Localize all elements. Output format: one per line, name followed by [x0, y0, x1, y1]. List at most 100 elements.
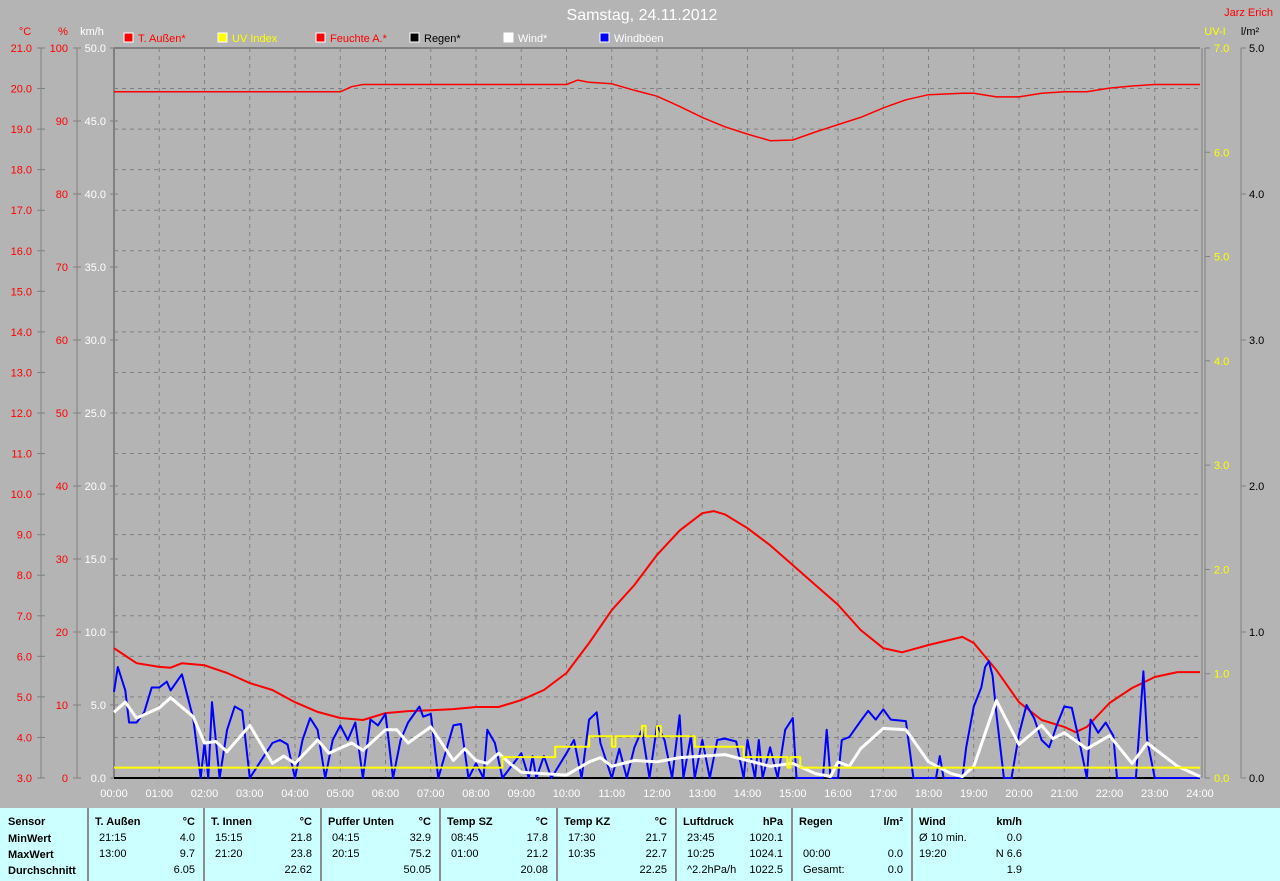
- x-tick-label: 10:00: [553, 788, 581, 800]
- axis-tick-label: 18.0: [11, 165, 32, 177]
- axis-tick-label: 1.0: [1214, 669, 1229, 681]
- table-header: Regen: [799, 816, 833, 828]
- x-tick-label: 07:00: [417, 788, 445, 800]
- axis-tick-label: 5.0: [91, 700, 106, 712]
- table-cell: N 6.6: [995, 848, 1022, 860]
- table-header: Luftdruck: [683, 816, 734, 828]
- table-cell: 21.8: [290, 832, 312, 844]
- x-tick-label: 18:00: [915, 788, 943, 800]
- x-tick-label: 19:00: [960, 788, 988, 800]
- axis-tick-label: 10: [56, 700, 68, 712]
- axis-tick-label: 30.0: [85, 335, 106, 347]
- table-column: Temp SZ °C 08:45 17.8 01:00 21.2 20.08: [441, 808, 558, 881]
- axis-tick-label: 5.0: [1214, 252, 1229, 264]
- table-cell: 23.8: [290, 848, 312, 860]
- table-cell: Gesamt:: [803, 864, 845, 876]
- table-cell: 1022.5: [749, 864, 783, 876]
- axis-tick-label: 50: [56, 408, 68, 420]
- axis-tick-label: 14.0: [11, 327, 32, 339]
- table-cell: 75.2: [409, 848, 431, 860]
- table-header: km/h: [996, 816, 1022, 828]
- axis-tick-label: 0: [62, 773, 68, 785]
- axis-unit-label: %: [58, 26, 68, 38]
- axis-tick-label: 80: [56, 189, 68, 201]
- table-header: Wind: [919, 816, 946, 828]
- x-tick-label: 21:00: [1050, 788, 1078, 800]
- x-tick-label: 05:00: [326, 788, 354, 800]
- table-cell: 0.0: [887, 864, 903, 876]
- table-header: MaxWert: [8, 849, 54, 861]
- x-tick-label: 13:00: [688, 788, 716, 800]
- x-tick-label: 08:00: [462, 788, 490, 800]
- table-header: T. Innen: [211, 816, 252, 828]
- table-column: T. Innen °C 15:15 21.8 21:20 23.8 22.62: [205, 808, 322, 881]
- table-column: T. Außen °C 21:15 4.0 13:00 9.7 6.05: [89, 808, 205, 881]
- table-cell: 22.25: [639, 864, 667, 876]
- axis-tick-label: 40.0: [85, 189, 106, 201]
- x-tick-label: 11:00: [598, 788, 625, 800]
- axis-tick-label: 60: [56, 335, 68, 347]
- legend-label: T. Außen*: [138, 33, 186, 45]
- axis-tick-label: 0.0: [1214, 773, 1229, 785]
- axis-unit-label: UV-I: [1204, 26, 1225, 38]
- axis-tick-label: 25.0: [85, 408, 106, 420]
- x-tick-label: 17:00: [869, 788, 897, 800]
- axis-tick-label: 90: [56, 116, 68, 128]
- table-column: Temp KZ °C 17:30 21.7 10:35 22.7 22.25: [558, 808, 677, 881]
- x-tick-label: 23:00: [1141, 788, 1169, 800]
- axis-tick-label: 3.0: [1214, 460, 1229, 472]
- table-header: °C: [182, 816, 195, 828]
- table-cell: 19:20: [919, 848, 947, 860]
- table-header: Temp SZ: [447, 816, 493, 828]
- axis-tick-label: 35.0: [85, 262, 106, 274]
- legend-label: Wind*: [518, 33, 548, 45]
- table-cell: Ø 10 min.: [919, 832, 967, 844]
- axis-tick-label: 40: [56, 481, 68, 493]
- table-cell: 21:20: [215, 848, 243, 860]
- table-cell: 13:00: [99, 848, 127, 860]
- table-cell: 21:15: [99, 832, 127, 844]
- axis-tick-label: 16.0: [11, 246, 32, 258]
- axis-tick-label: 7.0: [1214, 43, 1229, 55]
- table-cell: 32.9: [409, 832, 431, 844]
- table-cell: 20.08: [520, 864, 548, 876]
- x-tick-label: 15:00: [779, 788, 807, 800]
- table-cell: 22.7: [645, 848, 667, 860]
- x-tick-label: 24:00: [1186, 788, 1214, 800]
- table-header: l/m²: [883, 816, 903, 828]
- axis-tick-label: 15.0: [85, 554, 106, 566]
- axis-tick-label: 30: [56, 554, 68, 566]
- table-cell: 17.8: [526, 832, 548, 844]
- axis-tick-label: 2.0: [1214, 564, 1229, 576]
- table-cell: 08:45: [451, 832, 479, 844]
- axis-tick-label: 5.0: [17, 692, 32, 704]
- x-tick-label: 03:00: [236, 788, 264, 800]
- axis-tick-label: 12.0: [11, 408, 32, 420]
- table-header: °C: [299, 816, 312, 828]
- axis-tick-label: 7.0: [17, 611, 32, 623]
- axis-tick-label: 10.0: [85, 627, 106, 639]
- table-cell: 6.05: [173, 864, 195, 876]
- axis-tick-label: 70: [56, 262, 68, 274]
- x-tick-label: 22:00: [1096, 788, 1124, 800]
- table-cell: 50.05: [403, 864, 431, 876]
- table-cell: 22.62: [284, 864, 312, 876]
- table-header: Puffer Unten: [328, 816, 394, 828]
- axis-unit-label: °C: [19, 26, 31, 38]
- legend-swatch: [315, 32, 326, 43]
- table-cell: 21.2: [526, 848, 548, 860]
- axis-tick-label: 4.0: [17, 732, 32, 744]
- table-header: Sensor: [8, 816, 46, 828]
- table-column: Puffer Unten °C 04:15 32.9 20:15 75.2 50.05: [322, 808, 441, 881]
- statistics-table: Sensor MinWert MaxWert Durchschnitt T. Außen…: [0, 808, 1280, 881]
- axis-tick-label: 20.0: [11, 84, 32, 96]
- axis-tick-label: 21.0: [11, 43, 32, 55]
- legend-swatch: [123, 32, 134, 43]
- axis-unit-label: l/m²: [1241, 26, 1260, 38]
- table-column: Wind km/h Ø 10 min. 0.0 19:20 N 6.6 1.9: [913, 808, 1030, 881]
- axis-tick-label: 9.0: [17, 530, 32, 542]
- axis-tick-label: 19.0: [11, 124, 32, 136]
- x-tick-label: 00:00: [100, 788, 128, 800]
- axis-tick-label: 15.0: [11, 286, 32, 298]
- axis-tick-label: 5.0: [1249, 43, 1264, 55]
